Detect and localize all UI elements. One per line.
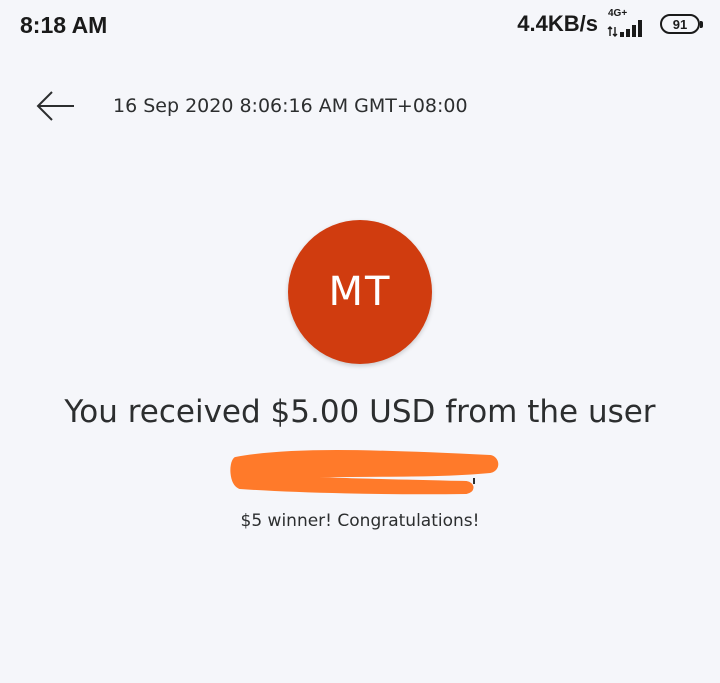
battery-level: 91 (672, 16, 688, 32)
transaction-headline: You received $5.00 USD from the user (64, 394, 656, 430)
transaction-note: $5 winner! Congratulations! (240, 511, 480, 531)
network-speed: 4.4KB/s (517, 11, 598, 36)
back-button[interactable] (34, 86, 78, 126)
status-bar: 8:18 AM 4.4KB/s 4G+ 91 (0, 0, 720, 52)
status-time: 8:18 AM (20, 12, 108, 38)
redaction-scribble (230, 450, 499, 495)
signal-icon: 4G+ (606, 8, 648, 37)
arrow-left-icon (36, 91, 74, 121)
avatar: MT (288, 220, 432, 364)
battery-icon: 91 (660, 14, 703, 34)
status-icons: 4.4KB/s 4G+ 91 (517, 8, 703, 37)
avatar-initials: MT (328, 269, 392, 315)
transaction-date: 16 Sep 2020 8:06:16 AM GMT+08:00 (113, 95, 468, 117)
